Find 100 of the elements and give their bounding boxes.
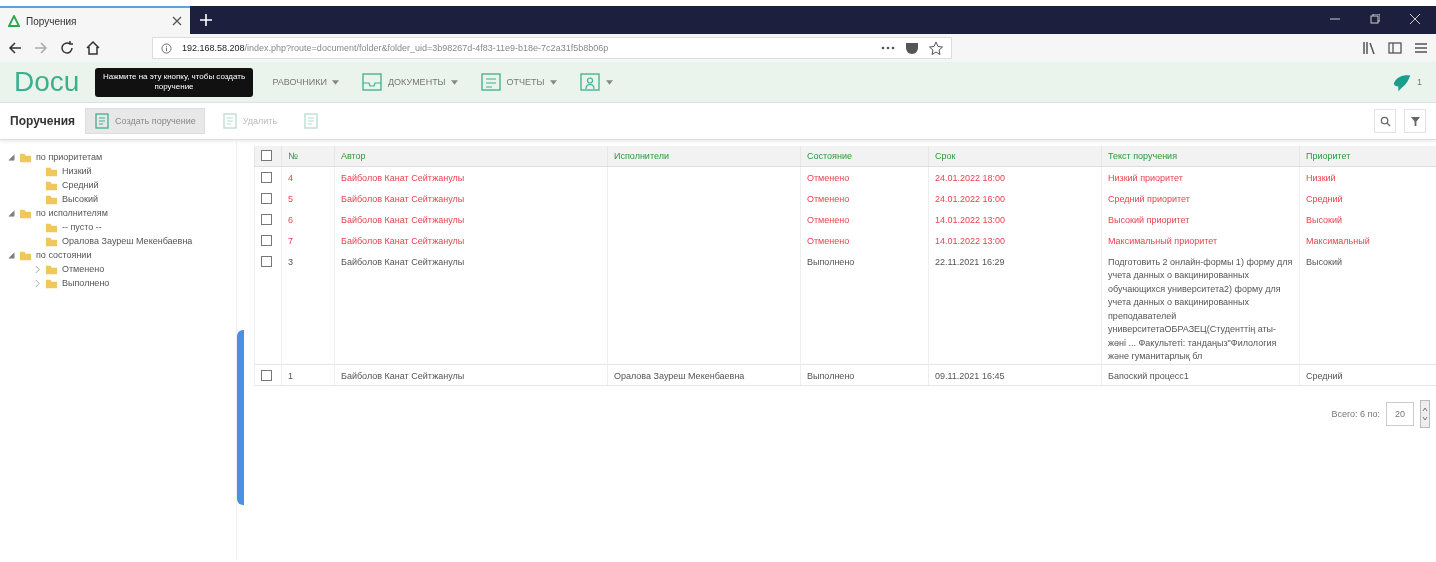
- table-cell: Низкий: [1306, 173, 1336, 183]
- menu-item[interactable]: РАВОЧНИКИ: [272, 71, 339, 93]
- filter-icon: [1409, 115, 1421, 127]
- column-header[interactable]: Приоритет: [1299, 146, 1436, 167]
- table-cell: 09.11.2021 16:45: [935, 370, 1005, 381]
- browser-tab[interactable]: Поручения: [0, 6, 190, 34]
- checkbox[interactable]: [261, 149, 272, 161]
- tooltip: Нажмите на эту кнопку, чтобы создать поручение: [95, 68, 253, 97]
- search-icon: [1379, 115, 1391, 127]
- sidebar-icon[interactable]: [1388, 41, 1402, 55]
- checkbox[interactable]: [261, 234, 272, 246]
- table-cell: Высокий: [1306, 214, 1343, 225]
- person-icon: [578, 71, 601, 93]
- tree-item[interactable]: -- пусто --: [34, 220, 236, 234]
- checkbox[interactable]: [261, 172, 272, 183]
- tree-item[interactable]: Выполнено: [34, 276, 236, 290]
- table-cell: Высокий приоритет: [1108, 214, 1190, 225]
- column-header[interactable]: №: [281, 146, 335, 167]
- library-icon[interactable]: [1362, 41, 1376, 55]
- star-icon[interactable]: [929, 41, 943, 55]
- table-cell: Байболов Канат Сейтжанулы: [341, 256, 465, 267]
- table-cell: Выполнено: [807, 256, 855, 267]
- table-cell: Байболов Канат Сейтжанулы: [341, 370, 465, 381]
- table-cell: Оралова Зауреш Мекенбаевна: [614, 370, 745, 381]
- tree-item[interactable]: по состоянии: [8, 248, 236, 262]
- tray-icon: [360, 71, 383, 93]
- home-icon[interactable]: [86, 41, 100, 55]
- tree-item[interactable]: Низкий: [34, 164, 236, 178]
- column-header[interactable]: Состояние: [800, 146, 929, 167]
- column-header[interactable]: Исполнители: [607, 146, 801, 167]
- tree-item[interactable]: Средний: [34, 178, 236, 192]
- column-header[interactable]: Срок: [928, 146, 1102, 167]
- document-icon: [221, 113, 238, 129]
- table-cell: Бапоский процесс1: [1108, 370, 1189, 381]
- search-button[interactable]: [1374, 109, 1396, 133]
- table-cell: 22.11.2021 16:29: [935, 256, 1005, 267]
- info-icon: [161, 42, 172, 54]
- expanded-triangle-icon[interactable]: [8, 153, 15, 161]
- address-bar[interactable]: 192.168.58.208/index.php?route=document/folder&folder_uid=3b98267d-4f83-11e9-b18e-7c2a31f5b8b06p: [152, 37, 952, 59]
- close-icon[interactable]: [172, 16, 182, 26]
- checkbox[interactable]: [261, 213, 272, 225]
- caret-icon: [331, 79, 339, 85]
- table-cell: Средний: [1306, 193, 1343, 204]
- table-cell: Подготовить 2 онлайн-формы 1) форму для учета данных о вакцинированных обучающихся университета2) форму для учета данных о вакцинированных преподавателей университетаОБРАЗЕЦ(Студенттің аты-жөні ... Факультеті: тандаңыз"Филология және гуманитарлық бл: [1108, 256, 1293, 361]
- filter-button[interactable]: [1404, 109, 1426, 133]
- table-cell: Максимальный: [1306, 235, 1370, 246]
- document-icon: [303, 113, 320, 129]
- table-cell: Отменено: [807, 193, 850, 204]
- tree-item[interactable]: по исполнителям: [8, 206, 236, 220]
- table-cell: Выполнено: [807, 370, 855, 381]
- document-icon: [94, 113, 111, 129]
- table-cell: Высокий: [1306, 256, 1343, 267]
- panel-handle[interactable]: [237, 330, 244, 505]
- caret-icon: [605, 79, 613, 85]
- expanded-triangle-icon[interactable]: [8, 209, 15, 217]
- more-icon[interactable]: [881, 46, 895, 50]
- reload-icon[interactable]: [60, 41, 74, 55]
- tree-item[interactable]: Высокий: [34, 192, 236, 206]
- table-cell: 6: [288, 214, 293, 225]
- table-cell: 14.01.2022 13:00: [935, 235, 1006, 246]
- spinner-icon[interactable]: [1420, 400, 1430, 428]
- caret-icon: [549, 79, 557, 85]
- column-header[interactable]: Автор: [334, 146, 608, 167]
- table-cell: 7: [288, 235, 293, 246]
- notification-count: 1: [1417, 77, 1422, 87]
- new-tab-icon[interactable]: [200, 14, 212, 26]
- table-cell: Отменено: [807, 214, 850, 225]
- column-header[interactable]: Текст поручения: [1101, 146, 1300, 167]
- table-cell: Отменено: [807, 173, 850, 183]
- back-icon[interactable]: [8, 41, 22, 55]
- page-size-field[interactable]: 20: [1386, 402, 1414, 426]
- pocket-icon[interactable]: [905, 41, 919, 55]
- table-cell: Средний приоритет: [1108, 193, 1190, 204]
- menu-item[interactable]: ДОКУМЕНТЫ: [360, 71, 458, 93]
- tab-title: Поручения: [26, 15, 78, 27]
- menu-item[interactable]: ОТЧЕТЫ: [479, 71, 557, 93]
- menu-item[interactable]: [578, 71, 613, 93]
- table-cell: 24.01.2022 18:00: [935, 173, 1006, 183]
- triangle-icon: [8, 15, 20, 27]
- checkbox[interactable]: [261, 369, 272, 381]
- tree-item[interactable]: по приоритетам: [8, 150, 236, 164]
- checkbox[interactable]: [261, 192, 272, 204]
- menu-icon[interactable]: [1414, 41, 1428, 55]
- table-cell: Средний: [1306, 370, 1343, 381]
- document-icon: [479, 71, 502, 93]
- page-title: Поручения: [10, 114, 76, 128]
- table-cell: Байболов Канат Сейтжанулы: [341, 235, 465, 246]
- table-cell: 4: [288, 173, 293, 183]
- table-cell: Низкий приоритет: [1108, 173, 1183, 183]
- pager-label: Всего: 6 по:: [1331, 409, 1380, 419]
- table-cell: 3: [288, 256, 293, 267]
- create-button[interactable]: Создать поручение: [85, 108, 205, 134]
- table-cell: 5: [288, 193, 293, 204]
- restore-icon[interactable]: [1370, 14, 1380, 24]
- table-cell: 1: [288, 370, 293, 381]
- tree-item[interactable]: Отменено: [34, 262, 236, 276]
- expanded-triangle-icon[interactable]: [8, 251, 15, 259]
- table-cell: Байболов Канат Сейтжанулы: [341, 173, 465, 183]
- tree-item[interactable]: Оралова Зауреш Мекенбаевна: [34, 234, 236, 248]
- checkbox[interactable]: [261, 255, 272, 267]
